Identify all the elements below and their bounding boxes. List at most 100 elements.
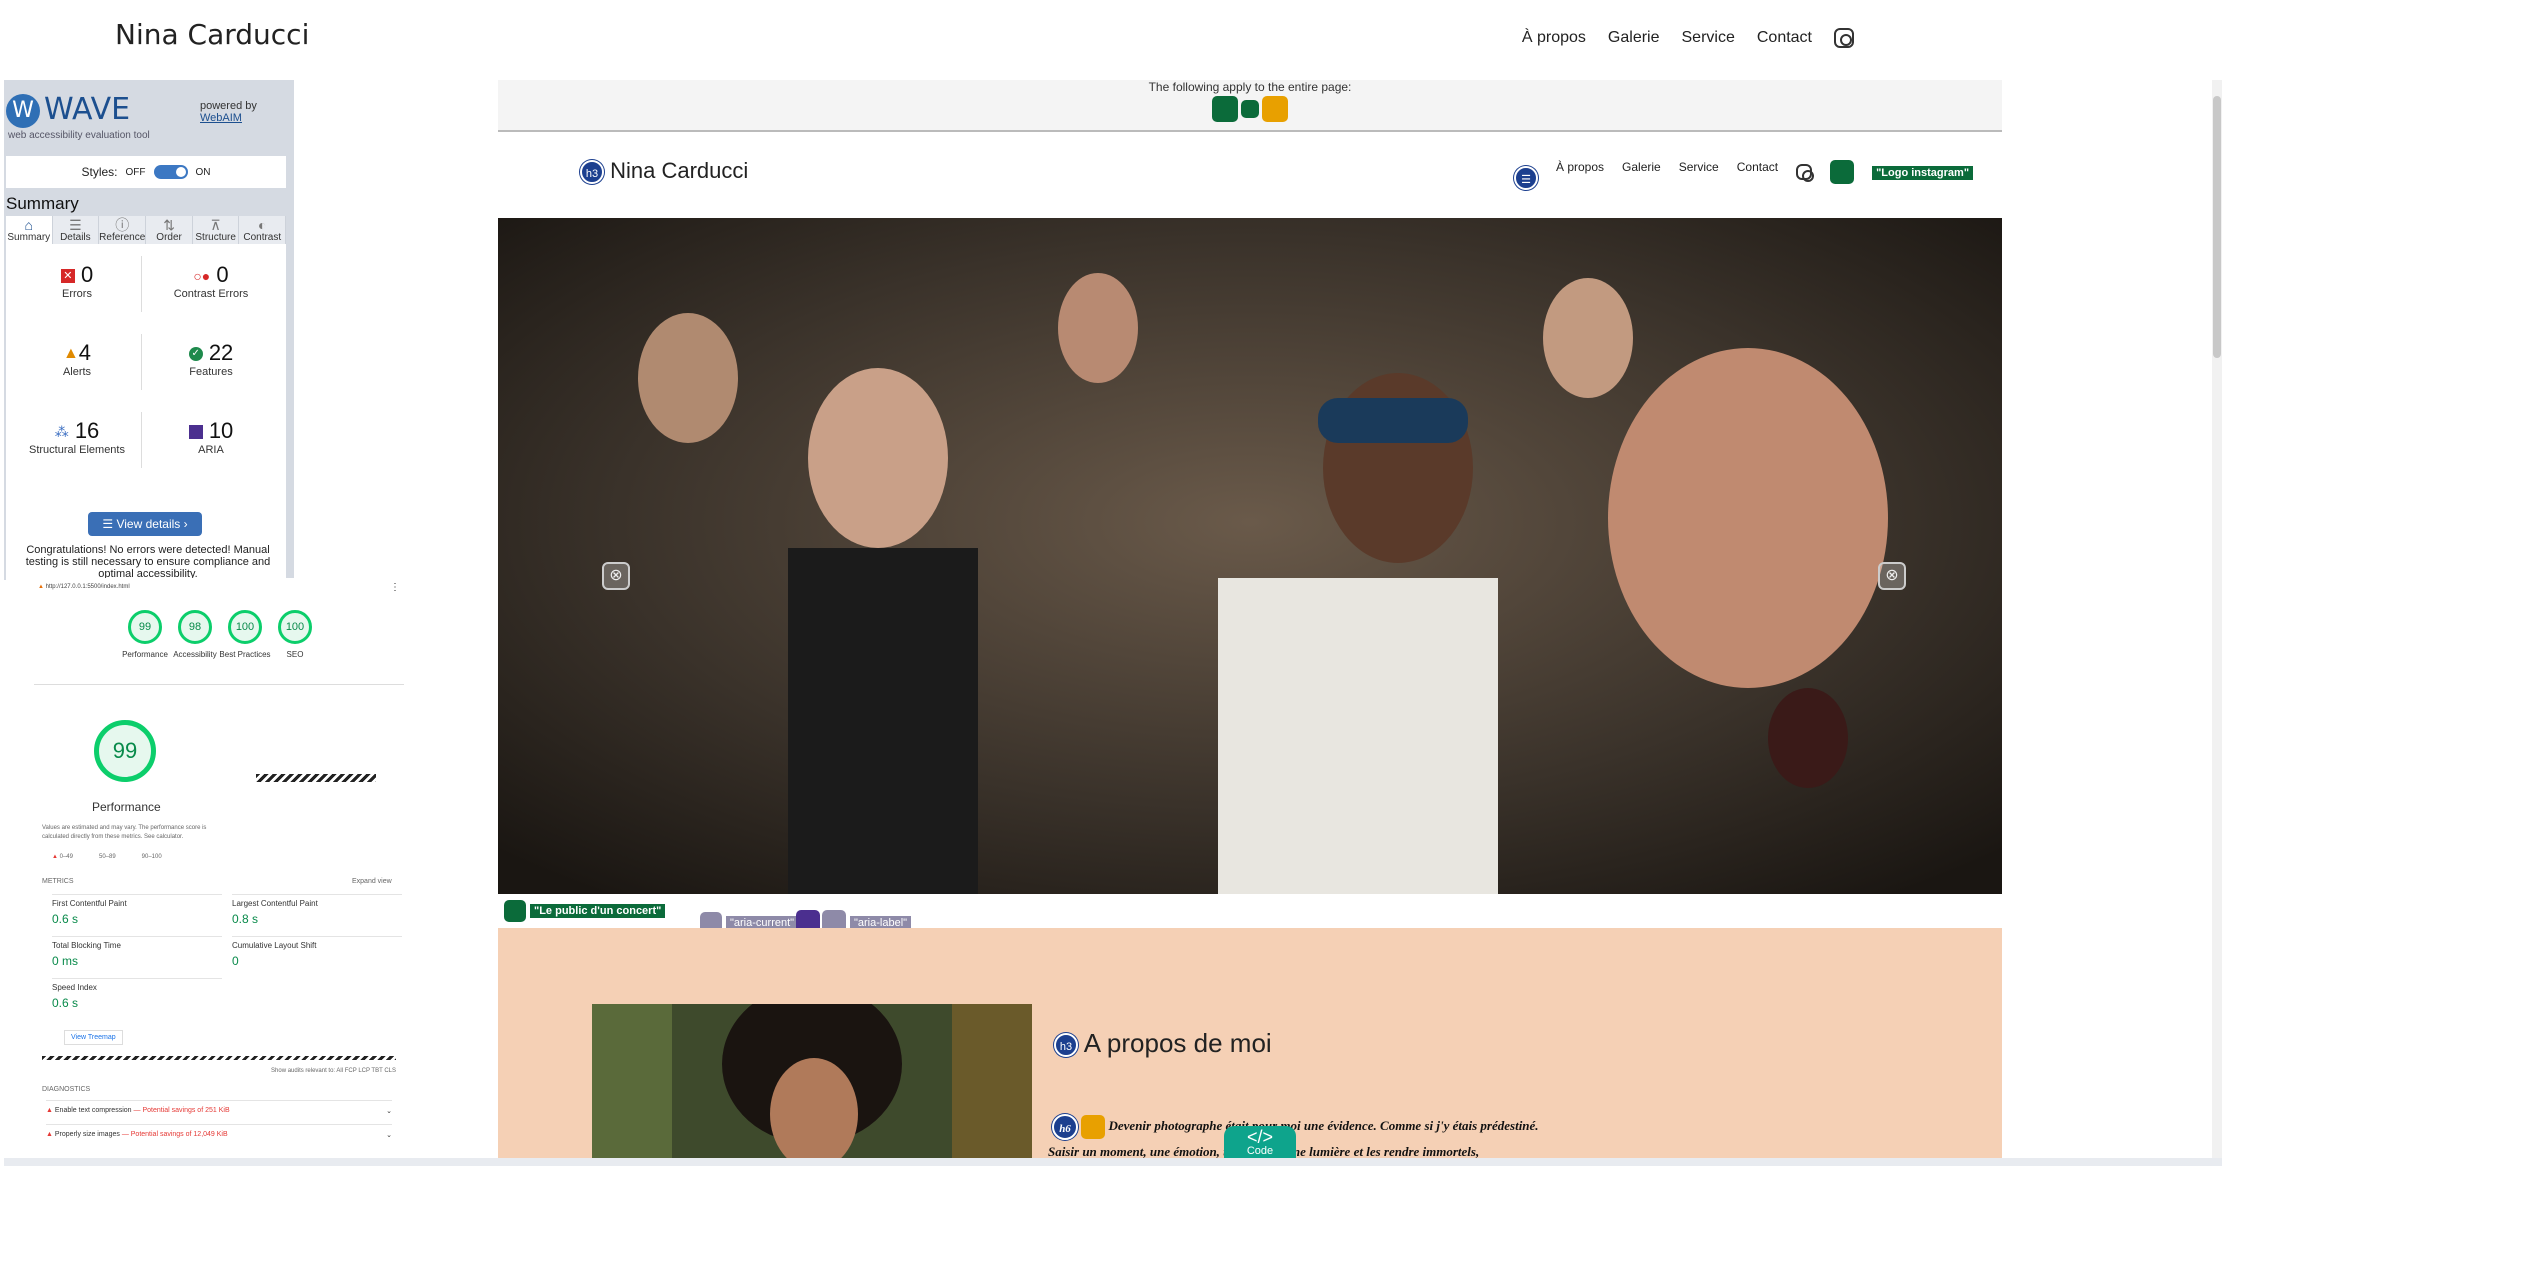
score-performance[interactable]: 99 bbox=[128, 610, 162, 644]
structure-icon: ⁂ bbox=[54, 423, 69, 440]
nav-item-contact[interactable]: Contact bbox=[1757, 29, 1812, 47]
stat-errors[interactable]: ✕ 0 Errors bbox=[12, 262, 142, 300]
nav-item-galerie[interactable]: Galerie bbox=[1608, 29, 1660, 47]
heading-h3-icon[interactable]: h3 bbox=[1054, 1033, 1078, 1058]
menu-icon[interactable]: ⋮ bbox=[390, 582, 400, 593]
styles-toggle[interactable] bbox=[153, 165, 188, 179]
structure-icon: ⊼ bbox=[210, 217, 221, 233]
stat-contrast-errors[interactable]: ○● 0 Contrast Errors bbox=[146, 262, 276, 300]
heading-h6-icon[interactable]: h6 bbox=[1052, 1114, 1078, 1141]
main-performance-label: Performance bbox=[92, 800, 161, 814]
alert-icon[interactable] bbox=[1081, 1115, 1106, 1140]
diag-image-size[interactable]: ▲ Properly size images — Potential savin… bbox=[46, 1124, 392, 1139]
error-icon: ✕ bbox=[60, 269, 75, 284]
info-icon: ⓘ bbox=[115, 217, 130, 233]
metric-fcp: First Contentful Paint 0.6 s bbox=[52, 894, 222, 926]
tab-structure[interactable]: ⊼ Structure bbox=[192, 216, 240, 244]
metric-tbt: Total Blocking Time 0 ms bbox=[52, 936, 222, 968]
hero-image bbox=[498, 218, 2002, 894]
nav-item-apropos[interactable]: À propos bbox=[1522, 29, 1586, 47]
filmstrip-placeholder bbox=[42, 1056, 396, 1060]
metric-speed-index: Speed Index 0.6 s bbox=[52, 978, 222, 1010]
tab-summary[interactable]: ⌂ Summary bbox=[6, 216, 53, 244]
congrats-message: Congratulations! No errors were detected… bbox=[25, 544, 271, 580]
contrast-icon: ◐ bbox=[258, 217, 267, 233]
expand-view-link[interactable]: Expand view bbox=[352, 878, 392, 885]
alert-icon: ▲ bbox=[62, 345, 79, 363]
concert-crowd-photo bbox=[498, 218, 2002, 894]
page-level-icons-bar: The following apply to the entire page: bbox=[498, 80, 2002, 132]
alt-text-feature-icon[interactable] bbox=[504, 900, 526, 922]
alt-text-feature-icon[interactable] bbox=[1830, 160, 1855, 184]
webaim-link[interactable]: WebAIM bbox=[200, 112, 257, 124]
wave-tagline: web accessibility evaluation tool bbox=[8, 130, 150, 141]
skip-link-icon[interactable] bbox=[1241, 100, 1259, 118]
show-audits-filter[interactable]: Show audits relevant to: All FCP LCP TBT… bbox=[271, 1068, 396, 1074]
screenshot-placeholder bbox=[256, 774, 376, 782]
nav-item-service[interactable]: Service bbox=[1682, 29, 1735, 47]
inner-nav-galerie[interactable]: Galerie bbox=[1622, 160, 1661, 174]
score-accessibility[interactable]: 98 bbox=[178, 610, 212, 644]
list-icon: ☰ bbox=[69, 217, 82, 233]
inner-site-title[interactable]: h3 Nina Carducci bbox=[580, 158, 748, 185]
divider bbox=[34, 684, 404, 685]
warning-icon: ▲ bbox=[46, 1107, 53, 1114]
summary-heading: Summary bbox=[6, 194, 79, 213]
list-structure-icon[interactable]: ☰ bbox=[1514, 166, 1538, 190]
inner-nav-apropos[interactable]: À propos bbox=[1556, 160, 1604, 174]
tab-order[interactable]: ⇅ Order bbox=[146, 216, 193, 244]
quote-line-2: Saisir un moment, une émotion, un endroi… bbox=[1048, 1144, 1480, 1158]
logo-alt-label: "Logo instagram" bbox=[1872, 166, 1974, 180]
styles-label: Styles: bbox=[81, 165, 118, 179]
screen: Nina Carducci À propos Galerie Service C… bbox=[0, 0, 2544, 1281]
home-icon: ⌂ bbox=[24, 217, 34, 233]
styles-toggle-row: Styles: OFF ON bbox=[6, 156, 286, 188]
stat-aria[interactable]: 10 ARIA bbox=[146, 418, 276, 456]
inner-nav: ☰ À propos Galerie Service Contact "Logo… bbox=[1514, 160, 1974, 190]
instagram-icon[interactable] bbox=[1796, 164, 1815, 182]
wave-logo-icon: W bbox=[6, 93, 40, 128]
order-icon: ⇅ bbox=[163, 217, 175, 233]
instagram-icon[interactable] bbox=[1834, 28, 1854, 48]
wave-panel: W WAVE web accessibility evaluation tool … bbox=[4, 80, 294, 580]
view-details-button[interactable]: ☰ View details › bbox=[88, 512, 202, 536]
chevron-down-icon: ⌄ bbox=[386, 1108, 392, 1115]
bottom-bar bbox=[4, 1158, 2222, 1166]
stat-features[interactable]: ✓ 22 Features bbox=[146, 340, 276, 378]
tab-details[interactable]: ☰ Details bbox=[52, 216, 100, 244]
wave-tabs: ⌂ Summary ☰ Details ⓘ Reference ⇅ Order ⊼ Str… bbox=[6, 216, 287, 244]
warning-icon: ▲ bbox=[46, 1131, 53, 1138]
language-feature-icon[interactable] bbox=[1211, 96, 1238, 122]
score-best-practices[interactable]: 100 bbox=[228, 610, 262, 644]
top-nav: À propos Galerie Service Contact bbox=[1522, 28, 1854, 48]
inner-nav-contact[interactable]: Contact bbox=[1737, 160, 1778, 174]
wave-logo: W WAVE bbox=[6, 92, 130, 128]
score-legend: ▲ 0–49 50–89 90–100 bbox=[52, 854, 162, 860]
chevron-down-icon: ⌄ bbox=[386, 1132, 392, 1139]
stat-alerts[interactable]: ▲4 Alerts bbox=[12, 340, 142, 378]
score-seo[interactable]: 100 bbox=[278, 610, 312, 644]
applies-text: The following apply to the entire page: bbox=[1148, 80, 1352, 94]
inner-nav-service[interactable]: Service bbox=[1679, 160, 1719, 174]
metric-cls: Cumulative Layout Shift 0 bbox=[232, 936, 402, 968]
lighthouse-icon: ▲ bbox=[38, 584, 44, 590]
page-preview: The following apply to the entire page: … bbox=[498, 80, 2002, 1158]
score-label-seo: SEO bbox=[286, 650, 304, 659]
alert-document-icon[interactable] bbox=[1262, 96, 1289, 122]
carousel-next-button[interactable] bbox=[1878, 562, 1906, 590]
code-toggle-button[interactable]: </> Code bbox=[1224, 1126, 1296, 1162]
feature-icon: ✓ bbox=[188, 347, 203, 362]
powered-by: powered by WebAIM bbox=[200, 100, 257, 124]
tab-reference[interactable]: ⓘ Reference bbox=[99, 216, 147, 244]
carousel-prev-button[interactable] bbox=[602, 562, 630, 590]
diag-text-compression[interactable]: ▲ Enable text compression — Potential sa… bbox=[46, 1100, 392, 1115]
site-title[interactable]: Nina Carducci bbox=[115, 18, 309, 51]
stat-structural[interactable]: ⁂ 16 Structural Elements bbox=[12, 418, 142, 456]
metric-lcp: Largest Contentful Paint 0.8 s bbox=[232, 894, 402, 926]
scrollbar-thumb[interactable] bbox=[2213, 96, 2221, 358]
portrait-image bbox=[592, 1004, 1032, 1158]
view-treemap-button[interactable]: View Treemap bbox=[64, 1030, 123, 1045]
fail-icon: ▲ bbox=[52, 854, 58, 860]
heading-h3-icon[interactable]: h3 bbox=[580, 160, 604, 185]
tab-contrast[interactable]: ◐ Contrast bbox=[239, 216, 287, 244]
